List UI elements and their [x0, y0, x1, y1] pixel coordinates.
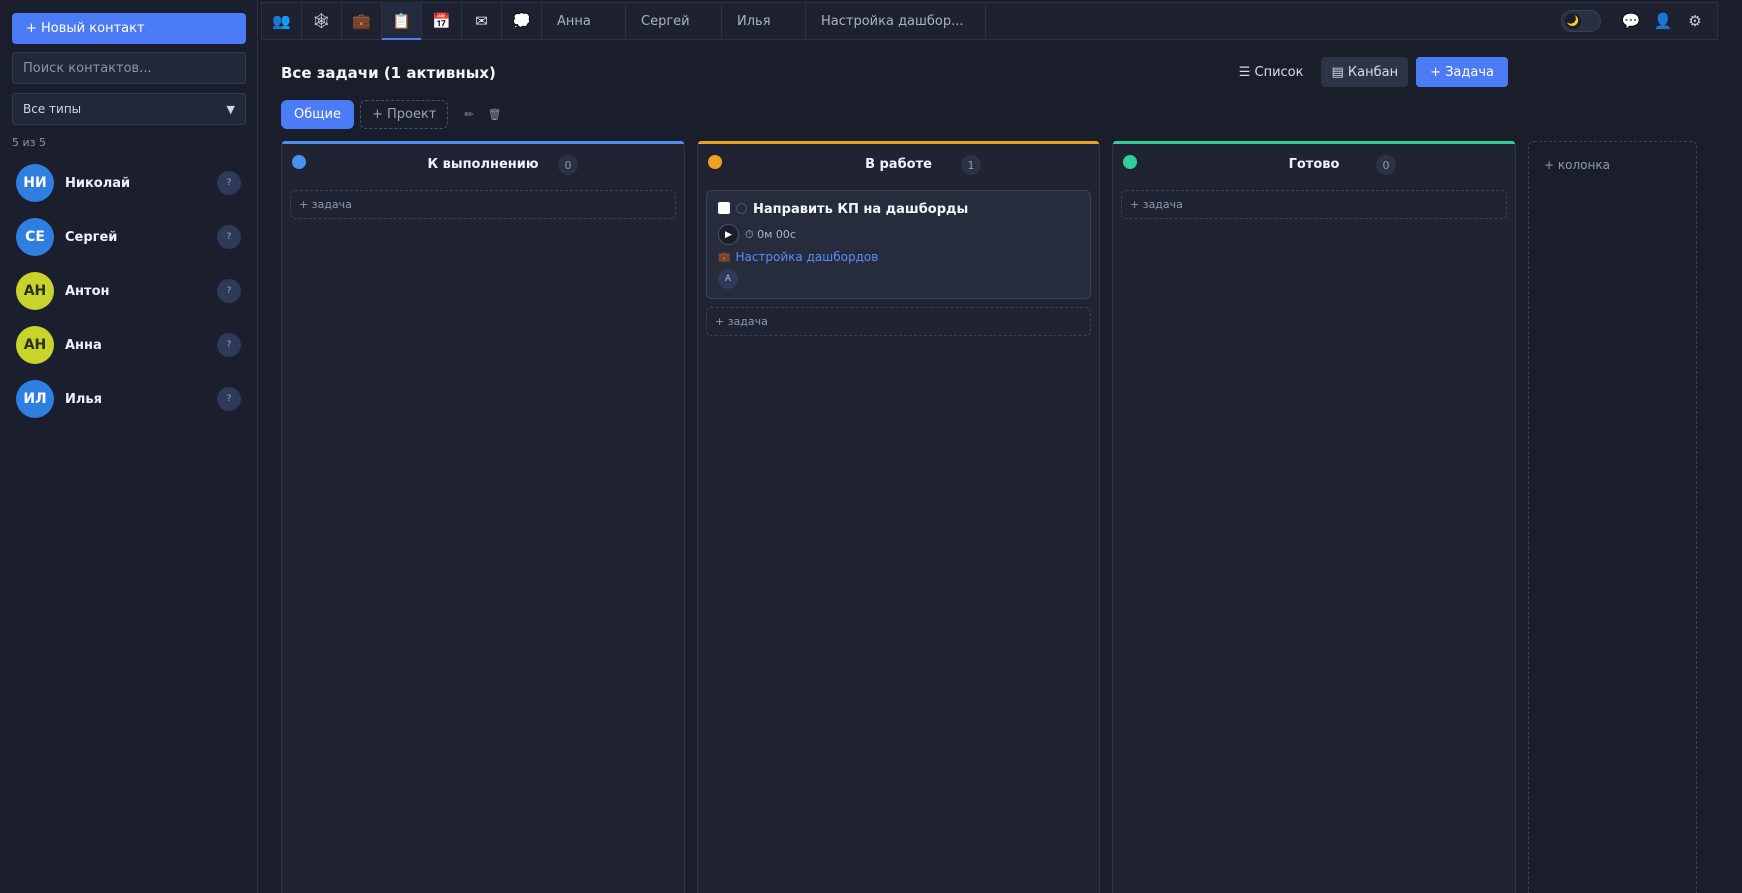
pencil-icon[interactable]: ✏: [464, 108, 473, 121]
add-task-button[interactable]: + Задача: [1416, 57, 1508, 87]
add-task-inline[interactable]: + задача: [706, 307, 1091, 336]
contacts-count: 5 из 5: [12, 136, 46, 149]
contact-name: Илья: [65, 391, 102, 407]
add-column-label: + колонка: [1544, 158, 1610, 172]
view-switcher: ☰ Список ▤ Канбан + Задача: [1229, 57, 1508, 87]
tab-general[interactable]: Общие: [281, 100, 354, 129]
project-tabs: Общие + Проект ✏ 🗑: [281, 100, 502, 129]
contact-status-badge[interactable]: ?: [217, 225, 241, 249]
contact-name: Сергей: [65, 229, 118, 245]
task-project-link[interactable]: 💼 Настройка дашбордов: [718, 250, 878, 264]
column-title: Готово: [1288, 157, 1340, 172]
column-accent: [1113, 141, 1515, 144]
column-count: 0: [1376, 155, 1396, 175]
contact-status-badge[interactable]: ?: [217, 279, 241, 303]
contacts-search-input[interactable]: [12, 52, 246, 84]
kanban-column-todo: К выполнению 0 + задача: [281, 141, 685, 893]
thought-bubble-icon[interactable]: 💭: [502, 3, 542, 39]
column-title: В работе: [865, 157, 932, 172]
contact-name: Николай: [65, 175, 131, 191]
contact-status-badge[interactable]: ?: [217, 387, 241, 411]
contact-item[interactable]: ИЛ Илья ?: [12, 372, 245, 426]
column-accent: [698, 141, 1099, 144]
contact-item[interactable]: СЕ Сергей ?: [12, 210, 245, 264]
network-icon[interactable]: 🕸: [302, 3, 342, 39]
kanban-column-done: Готово 0 + задача: [1112, 141, 1516, 893]
contacts-sidebar: + Новый контакт Все типы ▼ 5 из 5 НИ Ник…: [0, 0, 258, 893]
column-accent: [282, 141, 684, 144]
add-project-button[interactable]: + Проект: [359, 100, 449, 129]
mail-icon[interactable]: ✉: [462, 3, 502, 39]
add-task-inline[interactable]: + задача: [1121, 190, 1507, 219]
new-contact-button[interactable]: + Новый контакт: [12, 13, 246, 44]
assignee-avatar[interactable]: А: [718, 269, 738, 289]
calendar-icon[interactable]: 📅: [422, 3, 462, 39]
contacts-list: НИ Николай ? СЕ Сергей ? АН Антон ? АН А…: [12, 156, 245, 426]
task-card[interactable]: Направить КП на дашборды ▶ ⏱ 0м 00с 💼 На…: [706, 190, 1091, 299]
user-icon[interactable]: 👤: [1647, 12, 1679, 30]
add-column-button[interactable]: + колонка: [1528, 141, 1697, 893]
contact-status-badge[interactable]: ?: [217, 333, 241, 357]
topbar-actions: 🌙 💬 👤 ⚙: [1561, 3, 1717, 39]
list-view-button[interactable]: ☰ Список: [1229, 57, 1314, 87]
column-count: 0: [558, 155, 578, 175]
contact-status-badge[interactable]: ?: [217, 171, 241, 195]
top-tab-bar: 👥 🕸 💼 📋 📅 ✉ 💭 Анна Сергей Илья Настройка…: [261, 2, 1718, 40]
contact-name: Антон: [65, 283, 110, 299]
trash-icon[interactable]: 🗑: [488, 108, 502, 121]
tab-dashboard-setup[interactable]: Настройка дашбор...: [806, 3, 986, 39]
avatar: ИЛ: [16, 380, 54, 418]
priority-circle-icon[interactable]: [736, 203, 747, 214]
contact-name: Анна: [65, 337, 102, 353]
chevron-down-icon: ▼: [226, 102, 235, 116]
column-count: 1: [961, 155, 981, 175]
gear-icon[interactable]: ⚙: [1679, 12, 1711, 30]
tab-ilya[interactable]: Илья: [722, 3, 806, 39]
kanban-column-in-progress: В работе 1 Направить КП на дашборды ▶ ⏱ …: [697, 141, 1100, 893]
project-name: Настройка дашбордов: [735, 250, 879, 264]
task-timer: ⏱ 0м 00с: [745, 228, 796, 241]
contacts-icon[interactable]: 👥: [262, 3, 302, 39]
task-title[interactable]: Направить КП на дашборды: [753, 202, 968, 217]
page-edge: [1718, 0, 1742, 893]
avatar: СЕ: [16, 218, 54, 256]
tasks-clipboard-icon[interactable]: 📋: [382, 3, 422, 40]
tab-sergey[interactable]: Сергей: [626, 3, 722, 39]
tab-anna[interactable]: Анна: [542, 3, 626, 39]
avatar: АН: [16, 272, 54, 310]
page-title: Все задачи (1 активных): [281, 64, 496, 82]
contact-item[interactable]: НИ Николай ?: [12, 156, 245, 210]
briefcase-icon: 💼: [718, 251, 731, 263]
moon-icon: 🌙: [1565, 13, 1581, 29]
contact-type-value: Все типы: [23, 102, 82, 116]
contact-item[interactable]: АН Анна ?: [12, 318, 245, 372]
add-task-inline[interactable]: + задача: [290, 190, 676, 219]
briefcase-icon[interactable]: 💼: [342, 3, 382, 39]
column-title: К выполнению: [427, 157, 539, 172]
contact-item[interactable]: АН Антон ?: [12, 264, 245, 318]
contact-type-select[interactable]: Все типы ▼: [12, 93, 246, 125]
kanban-view-button[interactable]: ▤ Канбан: [1321, 57, 1409, 87]
chat-icon[interactable]: 💬: [1615, 12, 1647, 30]
task-checkbox[interactable]: [718, 202, 730, 214]
avatar: АН: [16, 326, 54, 364]
theme-toggle[interactable]: 🌙: [1561, 10, 1601, 32]
avatar: НИ: [16, 164, 54, 202]
play-icon[interactable]: ▶: [718, 224, 739, 245]
